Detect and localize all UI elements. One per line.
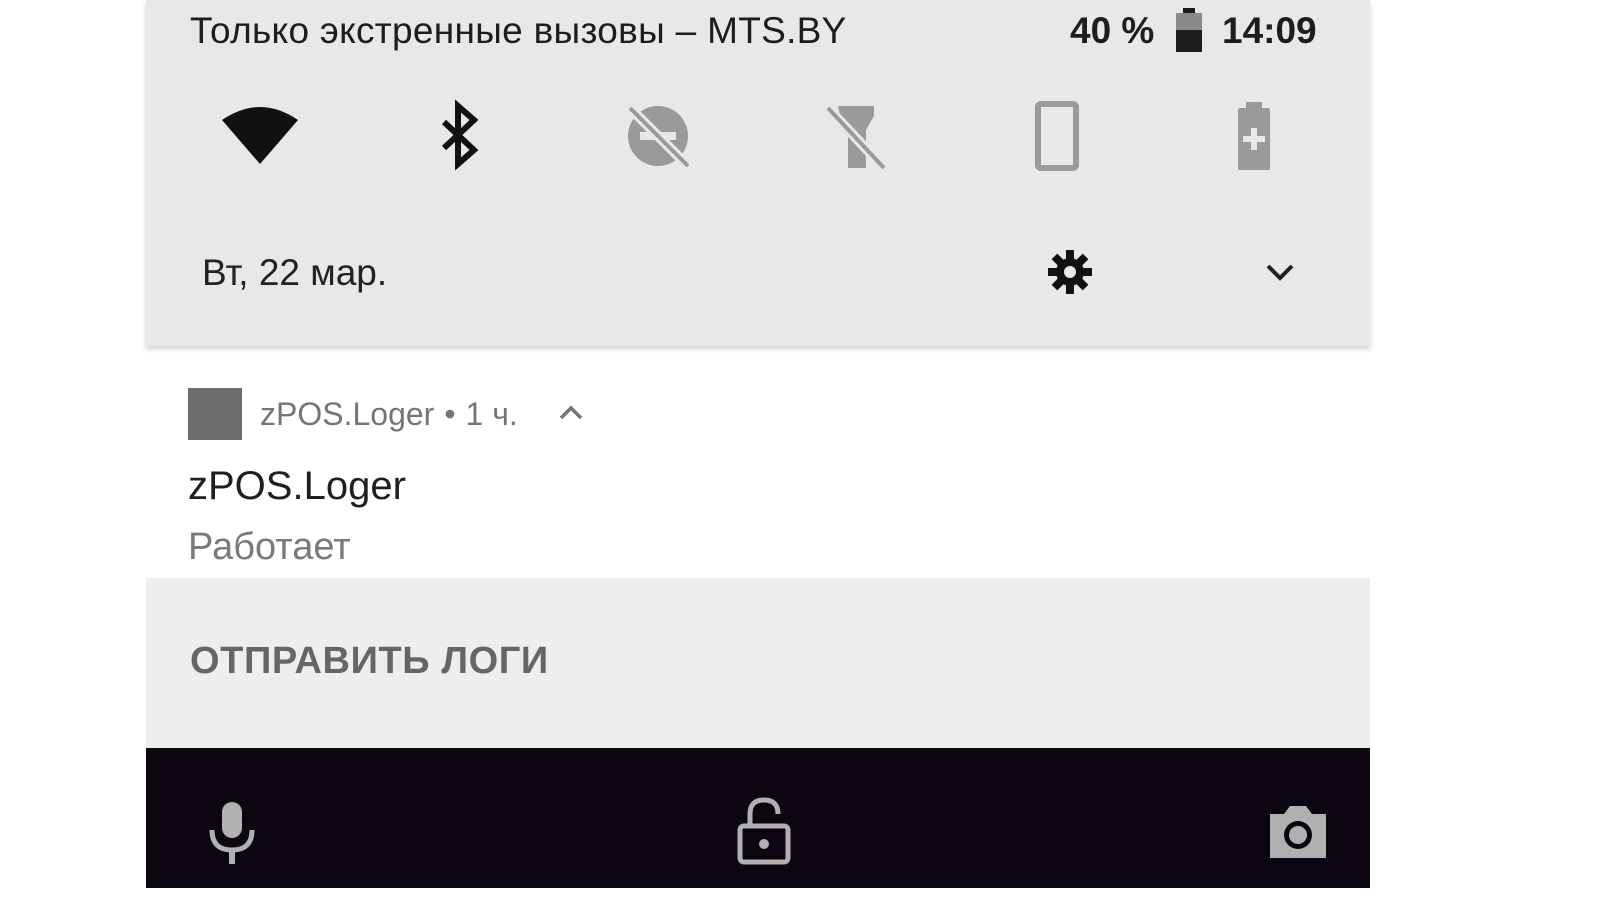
lockscreen-bottom-bar xyxy=(146,748,1370,888)
clock: 14:09 xyxy=(1222,10,1317,51)
chevron-down-icon xyxy=(1266,264,1294,281)
header-separator: • xyxy=(444,396,456,432)
carrier-status-text: Только экстренные вызовы – MTS.BY xyxy=(190,10,847,51)
voice-assist-button[interactable] xyxy=(204,800,260,871)
date-label: Вт, 22 мар. xyxy=(202,252,388,293)
microphone-icon xyxy=(209,802,255,864)
battery-saver-tile[interactable] xyxy=(1214,98,1294,178)
bluetooth-icon xyxy=(441,99,479,171)
settings-button[interactable] xyxy=(1046,248,1094,296)
notification-time: 1 ч. xyxy=(465,396,518,432)
battery-percent: 40 % xyxy=(1070,10,1155,51)
flashlight-tile[interactable] xyxy=(816,98,896,178)
do-not-disturb-off-icon xyxy=(626,104,692,170)
lock-icon xyxy=(737,797,791,865)
notification-actions: ОТПРАВИТЬ ЛОГИ xyxy=(146,578,1370,748)
camera-icon xyxy=(1270,806,1326,858)
expand-quick-settings-button[interactable] xyxy=(1260,254,1300,294)
app-icon xyxy=(188,388,242,440)
notification-title: zPOS.Loger xyxy=(188,464,406,508)
camera-button[interactable] xyxy=(1266,802,1330,865)
chevron-up-icon xyxy=(559,405,583,420)
notification-card[interactable]: zPOS.Loger • 1 ч. zPOS.Loger Работает xyxy=(146,346,1370,578)
collapse-notification-button[interactable] xyxy=(558,402,584,429)
notification-text: Работает xyxy=(188,526,351,568)
auto-rotate-tile[interactable] xyxy=(1016,98,1096,178)
notification-header: zPOS.Loger • 1 ч. xyxy=(260,396,518,433)
battery-saver-icon xyxy=(1238,102,1270,170)
gear-icon xyxy=(1048,250,1092,294)
wifi-tile[interactable] xyxy=(220,98,300,178)
auto-rotate-icon xyxy=(1035,101,1079,171)
phone-screen: Только экстренные вызовы – MTS.BY 40 % 1… xyxy=(146,0,1370,888)
do-not-disturb-tile[interactable] xyxy=(618,98,698,178)
flashlight-off-icon xyxy=(824,104,888,172)
unlock-button[interactable] xyxy=(736,796,792,871)
send-logs-button[interactable]: ОТПРАВИТЬ ЛОГИ xyxy=(190,640,549,683)
quick-settings-shade: Только экстренные вызовы – MTS.BY 40 % 1… xyxy=(146,0,1370,346)
battery-icon xyxy=(1174,8,1204,57)
bluetooth-tile[interactable] xyxy=(420,98,500,178)
wifi-icon xyxy=(222,107,298,164)
notification-app-name: zPOS.Loger xyxy=(260,396,435,432)
